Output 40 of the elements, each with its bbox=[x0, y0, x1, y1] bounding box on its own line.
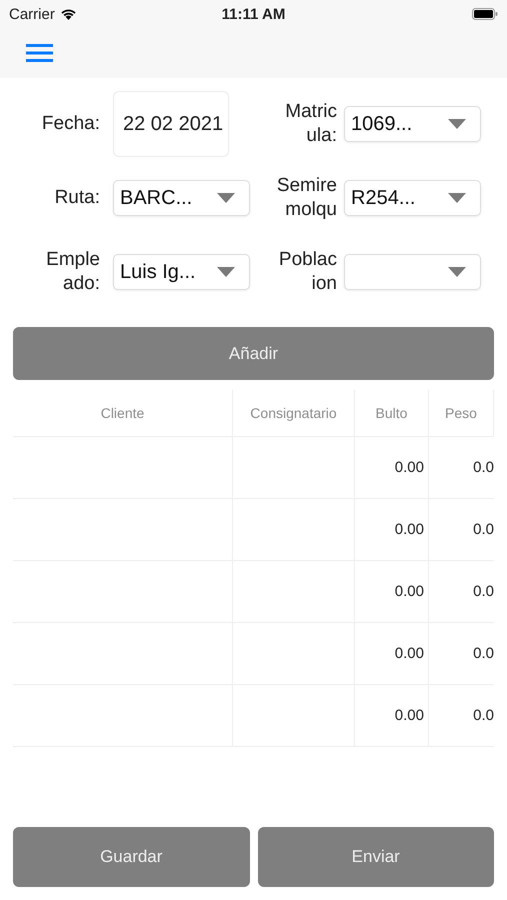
wifi-icon bbox=[60, 8, 77, 20]
table-cell: 0.00 bbox=[394, 645, 424, 662]
table-cell: 0.00 bbox=[394, 521, 424, 538]
field-label: Emple ado: bbox=[45, 248, 100, 296]
dropdown-field[interactable]: R254... bbox=[344, 180, 481, 216]
column-header: Cliente bbox=[13, 390, 233, 436]
column-header: Bulto bbox=[355, 390, 429, 436]
dropdown-field[interactable]: Luis Ig... bbox=[113, 254, 250, 290]
table-cell: 0.0 bbox=[473, 707, 494, 724]
table-cell: 0.0 bbox=[473, 459, 494, 476]
field-label: Matric ula: bbox=[284, 100, 337, 148]
dropdown-value: BARC... bbox=[120, 186, 192, 210]
caret-icon bbox=[217, 193, 235, 203]
dropdown-field[interactable]: BARC... bbox=[113, 180, 250, 216]
caret-icon bbox=[217, 267, 235, 277]
table-cell: 0.00 bbox=[394, 459, 424, 476]
field-label: Ruta: bbox=[54, 186, 100, 210]
dropdown-value: 1069... bbox=[351, 112, 412, 136]
dropdown-field[interactable] bbox=[344, 254, 481, 290]
column-header: Peso bbox=[429, 390, 494, 436]
table-cell: 0.0 bbox=[473, 583, 494, 600]
caret-icon bbox=[448, 267, 466, 277]
date-field[interactable]: 22 02 2021 bbox=[113, 91, 229, 157]
caret-icon bbox=[448, 193, 466, 203]
field-label: Semire molqu bbox=[276, 174, 337, 222]
table-cell: 0.0 bbox=[473, 645, 494, 662]
field-label: Poblac ion bbox=[278, 248, 337, 296]
battery-icon bbox=[472, 8, 498, 20]
column-header: Consignatario bbox=[233, 390, 355, 436]
carrier-name: Carrier bbox=[9, 6, 55, 22]
dropdown-value: R254... bbox=[351, 186, 416, 210]
caret-icon bbox=[448, 119, 466, 129]
status-time: 11:11 AM bbox=[222, 6, 286, 22]
menu-icon[interactable] bbox=[26, 43, 53, 63]
table-cell: 0.00 bbox=[394, 583, 424, 600]
dropdown-field[interactable]: 1069... bbox=[344, 106, 481, 142]
field-label: Fecha: bbox=[40, 112, 100, 136]
table-cell: 0.00 bbox=[394, 707, 424, 724]
dropdown-value: Luis Ig... bbox=[120, 260, 196, 284]
table-cell: 0.0 bbox=[473, 521, 494, 538]
